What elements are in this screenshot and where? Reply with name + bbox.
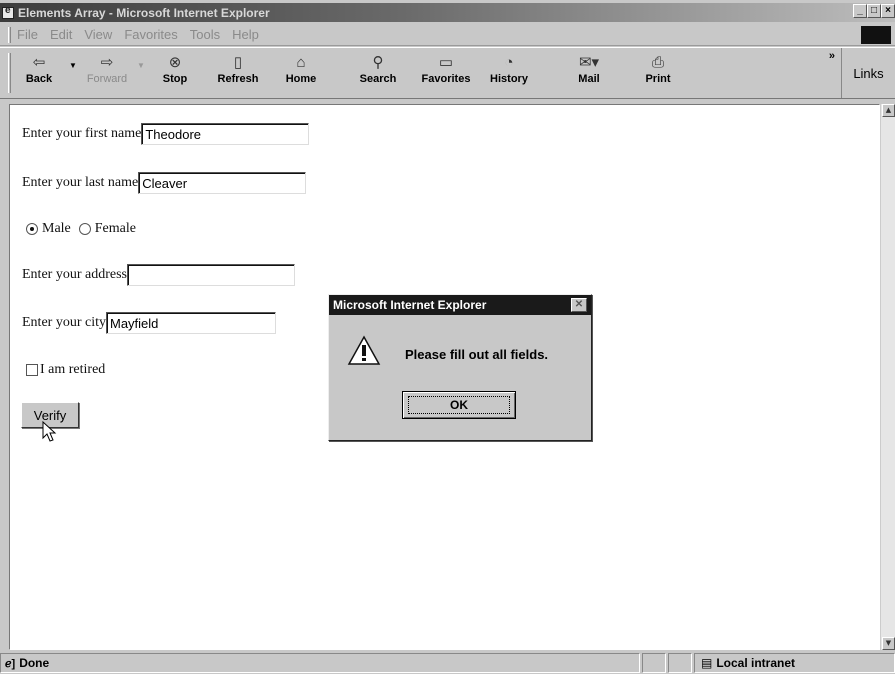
close-button[interactable]: ×	[881, 4, 895, 18]
stop-icon: ⊗	[168, 54, 182, 71]
page-status-icon: ℯ]	[5, 657, 16, 670]
standard-toolbar: ⇦ Back ▼ ⇨ Forward ▼ ⊗ Stop ▯ Refresh ⌂ …	[0, 47, 895, 99]
back-dropdown-icon[interactable]: ▼	[67, 40, 79, 90]
retired-row: I am retired	[26, 362, 105, 378]
status-cell-progress	[642, 653, 666, 673]
forward-label: Forward	[86, 73, 128, 85]
scroll-down-arrow-icon[interactable]: ▼	[882, 637, 895, 650]
print-button[interactable]: ⎙ Print	[625, 48, 691, 98]
male-radio[interactable]	[26, 223, 38, 235]
print-icon: ⎙	[651, 54, 664, 71]
gender-row: Male Female	[26, 221, 136, 237]
first-name-input[interactable]	[141, 123, 310, 145]
search-icon: ⚲	[372, 54, 384, 71]
favorites-label: Favorites	[421, 73, 471, 85]
ok-button[interactable]: OK	[402, 391, 516, 419]
status-main: ℯ] Done	[0, 653, 640, 673]
favorites-button[interactable]: ▭ Favorites	[413, 48, 479, 98]
window-controls: _ □ ×	[853, 4, 895, 18]
back-label: Back	[25, 73, 53, 85]
male-label: Male	[42, 221, 71, 236]
search-button[interactable]: ⚲ Search	[343, 48, 413, 98]
search-label: Search	[359, 73, 397, 85]
city-row: Enter your city	[22, 312, 276, 334]
security-zone: ▤ Local intranet	[694, 653, 895, 673]
status-bar: ℯ] Done ▤ Local intranet	[0, 652, 895, 674]
window-title: Elements Array - Microsoft Internet Expl…	[18, 5, 270, 20]
city-input[interactable]	[105, 312, 276, 334]
windows-logo-icon	[861, 26, 891, 44]
zone-label: Local intranet	[716, 656, 796, 670]
dialog-close-button[interactable]: ✕	[571, 298, 587, 312]
female-label: Female	[94, 221, 136, 236]
mail-icon: ✉▾	[578, 54, 600, 71]
mail-label: Mail	[578, 73, 600, 85]
refresh-button[interactable]: ▯ Refresh	[203, 48, 273, 98]
ok-label: OK	[408, 396, 510, 414]
maximize-button[interactable]: □	[867, 4, 881, 18]
menu-tools[interactable]: Tools	[190, 27, 220, 42]
dialog-message: Please fill out all fields.	[405, 347, 549, 362]
forward-dropdown-icon[interactable]: ▼	[135, 40, 147, 90]
address-input[interactable]	[126, 264, 295, 286]
first-name-row: Enter your first name	[22, 123, 310, 145]
stop-label: Stop	[162, 73, 188, 85]
warning-icon	[347, 335, 381, 365]
forward-button[interactable]: ⇨ Forward	[79, 48, 135, 98]
city-label: Enter your city	[22, 315, 106, 330]
status-text: Done	[19, 656, 50, 670]
back-button[interactable]: ⇦ Back	[11, 48, 67, 98]
vertical-scrollbar[interactable]: ▲ ▼	[880, 104, 895, 650]
first-name-label: Enter your first name	[22, 126, 142, 141]
menu-file[interactable]: File	[17, 27, 38, 42]
retired-checkbox[interactable]	[26, 364, 38, 376]
browser-window: Elements Array - Microsoft Internet Expl…	[0, 0, 895, 674]
menu-grip[interactable]	[8, 26, 11, 43]
home-button[interactable]: ⌂ Home	[273, 48, 329, 98]
scroll-up-arrow-icon[interactable]: ▲	[882, 104, 895, 117]
history-button[interactable]: ◔ History	[479, 48, 539, 98]
intranet-zone-icon: ▤	[701, 656, 713, 670]
refresh-label: Refresh	[217, 73, 259, 85]
print-label: Print	[645, 73, 671, 85]
last-name-label: Enter your last name	[22, 175, 139, 190]
address-row: Enter your address	[22, 264, 295, 286]
minimize-button[interactable]: _	[853, 4, 867, 18]
stop-button[interactable]: ⊗ Stop	[147, 48, 203, 98]
last-name-input[interactable]	[138, 172, 307, 194]
last-name-row: Enter your last name	[22, 172, 307, 194]
menu-view[interactable]: View	[84, 27, 112, 42]
refresh-icon: ▯	[233, 54, 243, 71]
title-bar: Elements Array - Microsoft Internet Expl…	[0, 3, 895, 22]
ie-app-icon	[2, 5, 14, 19]
dialog-title-bar: Microsoft Internet Explorer ✕	[329, 295, 591, 315]
retired-label: I am retired	[40, 362, 106, 377]
forward-arrow-icon: ⇨	[100, 54, 114, 71]
history-icon: ◔	[504, 54, 514, 71]
history-label: History	[490, 73, 528, 85]
mouse-pointer-icon	[42, 421, 57, 442]
favorites-icon: ▭	[438, 54, 454, 71]
menu-favorites[interactable]: Favorites	[124, 27, 177, 42]
mail-button[interactable]: ✉▾ Mail	[553, 48, 625, 98]
back-arrow-icon: ⇦	[32, 54, 46, 71]
home-icon: ⌂	[296, 54, 306, 71]
links-button[interactable]: Links	[841, 48, 895, 98]
address-label: Enter your address	[22, 267, 127, 282]
status-cell-secure	[668, 653, 692, 673]
dialog-title: Microsoft Internet Explorer	[333, 298, 487, 312]
female-radio[interactable]	[78, 223, 91, 235]
toolbar-overflow-chevron-icon[interactable]: »	[829, 50, 835, 62]
home-label: Home	[285, 73, 317, 85]
alert-dialog: Microsoft Internet Explorer ✕ Please fil…	[328, 294, 592, 441]
menu-help[interactable]: Help	[232, 27, 259, 42]
